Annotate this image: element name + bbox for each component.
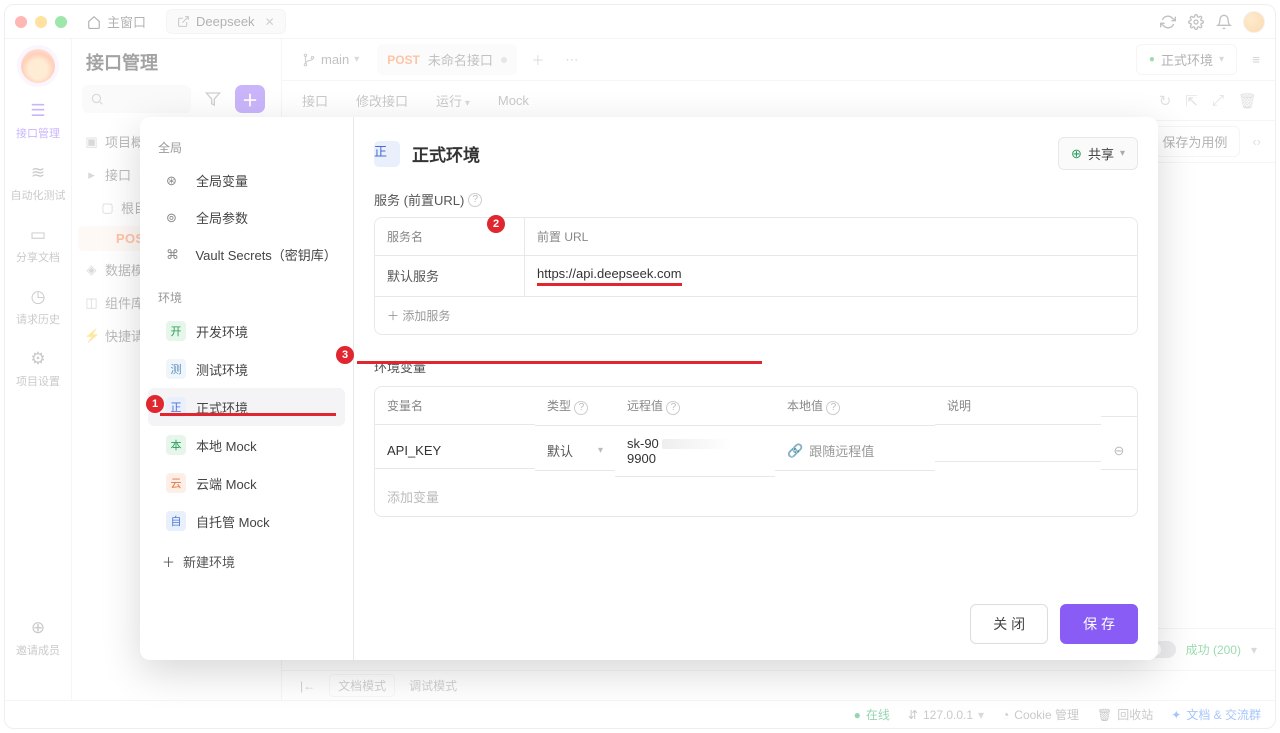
var-local-cell[interactable]: 🔗 跟随远程值 [775, 431, 935, 471]
env-item-label: 开发环境 [196, 322, 248, 341]
sidebar-item-env-4[interactable]: 云云端 Mock [148, 464, 345, 502]
globe-share-icon: ⊕ [1071, 146, 1082, 162]
env-item-label: 测试环境 [196, 360, 248, 379]
plus-icon: ＋ [162, 552, 175, 571]
modal-footer: 关 闭 保 存 [374, 588, 1138, 644]
group-env: 环境 [148, 283, 345, 312]
env-item-label: 云端 Mock [196, 474, 257, 493]
var-type-cell[interactable]: 默认▾ [535, 431, 615, 471]
add-service-button[interactable]: ＋ 添加服务 [375, 296, 1137, 334]
help-icon[interactable]: ? [574, 401, 588, 415]
annotation-2: 2 [487, 215, 505, 233]
sidebar-item-global-vars[interactable]: ⊛ 全局变量 [148, 162, 345, 199]
col-var-name: 变量名 [375, 387, 535, 425]
env-badge-icon: 本 [166, 435, 186, 455]
cancel-button[interactable]: 关 闭 [970, 604, 1048, 644]
sidebar-item-global-params[interactable]: ⊚ 全局参数 [148, 199, 345, 236]
app-window: 主窗口 Deepseek ✕ ☰ 接口管理 ≋ 自动化测试 [4, 4, 1276, 729]
delete-var-button[interactable]: ⊖ [1101, 433, 1137, 470]
section-services: 服务 (前置URL)? [374, 190, 1138, 209]
group-global: 全局 [148, 133, 345, 162]
add-variable-row[interactable]: 添加变量 [375, 477, 1137, 516]
col-var-local: 本地值 ? [775, 387, 935, 426]
env-item-label: 本地 Mock [196, 436, 257, 455]
env-badge-icon: 云 [166, 473, 186, 493]
var-desc-cell[interactable] [935, 441, 1101, 462]
modal-title: 正式环境 [412, 141, 480, 166]
sidebar-item-env-3[interactable]: 本本地 Mock [148, 426, 345, 464]
service-url-cell[interactable]: https://api.deepseek.com [525, 256, 1137, 296]
help-icon[interactable]: ? [468, 193, 482, 207]
env-item-label: 自托管 Mock [196, 512, 270, 531]
section-env-vars: 环境变量 [374, 357, 1138, 376]
annotation-3: 3 [336, 346, 354, 364]
share-button[interactable]: ⊕ 共享 ▾ [1058, 137, 1138, 170]
env-badge-icon: 开 [166, 321, 186, 341]
params-icon: ⊚ [166, 210, 186, 226]
key-icon: ⌘ [166, 247, 185, 263]
sidebar-item-env-1[interactable]: 测测试环境 [148, 350, 345, 388]
var-row: API_KEY 默认▾ sk-909900 🔗 跟随远程值 ⊖ [375, 426, 1137, 477]
sidebar-item-env-5[interactable]: 自自托管 Mock [148, 502, 345, 540]
annotation-underline-1 [160, 413, 336, 416]
chevron-down-icon: ▾ [598, 445, 603, 456]
annotation-1: 1 [146, 395, 164, 413]
sidebar-item-env-2[interactable]: 正正式环境 [148, 388, 345, 426]
env-badge-icon: 正 [374, 141, 400, 167]
save-button[interactable]: 保 存 [1060, 604, 1138, 644]
link-icon: 🔗 [787, 443, 803, 459]
modal-sidebar: 全局 ⊛ 全局变量 ⊚ 全局参数 ⌘ Vault Secrets（密钥库） 环境… [140, 117, 354, 660]
annotation-underline-3 [357, 361, 762, 364]
col-var-desc: 说明 [935, 387, 1101, 425]
new-environment-button[interactable]: ＋ 新建环境 [148, 540, 345, 583]
services-table: 服务名 前置 URL 默认服务 https://api.deepseek.com… [374, 217, 1138, 335]
var-remote-cell[interactable]: sk-909900 [615, 426, 775, 477]
help-icon[interactable]: ? [666, 401, 680, 415]
sidebar-item-env-0[interactable]: 开开发环境 [148, 312, 345, 350]
col-var-remote: 远程值 ? [615, 387, 775, 426]
env-badge-icon: 测 [166, 359, 186, 379]
col-var-type: 类型 ? [535, 387, 615, 426]
env-badge-icon: 自 [166, 511, 186, 531]
help-icon[interactable]: ? [826, 401, 840, 415]
env-vars-table: 变量名 类型 ? 远程值 ? 本地值 ? 说明 API_KEY 默认▾ sk-9… [374, 386, 1138, 517]
chevron-down-icon: ▾ [1120, 148, 1125, 159]
service-name-cell[interactable]: 默认服务 [375, 256, 525, 296]
col-base-url: 前置 URL [525, 218, 1137, 256]
modal-content: 正 正式环境 ⊕ 共享 ▾ 服务 (前置URL)? 服务名 前置 URL 默认服… [354, 117, 1158, 660]
globe-icon: ⊛ [166, 173, 186, 189]
environment-modal: ✕ 全局 ⊛ 全局变量 ⊚ 全局参数 ⌘ Vault Secrets（密钥库） … [140, 117, 1158, 660]
var-name-cell[interactable]: API_KEY [375, 433, 535, 469]
service-row: 默认服务 https://api.deepseek.com [375, 256, 1137, 296]
sidebar-item-vault[interactable]: ⌘ Vault Secrets（密钥库） [148, 236, 345, 273]
